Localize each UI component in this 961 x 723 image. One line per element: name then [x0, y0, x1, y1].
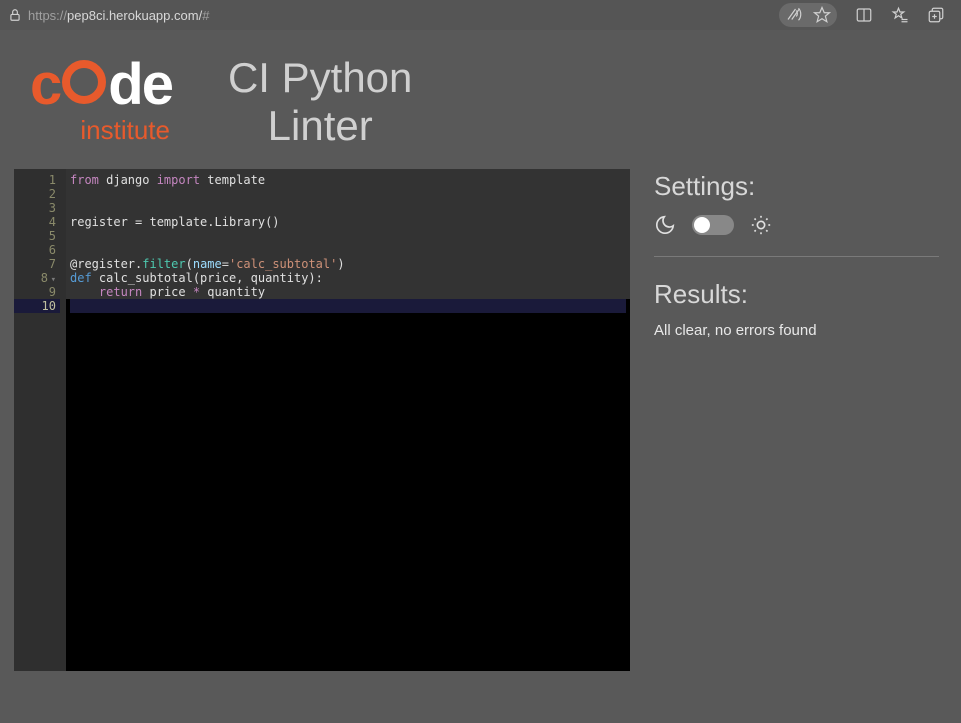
code-line [70, 229, 626, 243]
browser-toolbar: https://pep8ci.herokuapp.com/# [0, 0, 961, 30]
lock-icon [8, 8, 22, 22]
line-number: 2 [14, 187, 60, 201]
code-editor[interactable]: 1 2 3 4 5 6 7 8▾ 9 10 from django import… [14, 169, 630, 671]
browser-actions [779, 3, 953, 27]
settings-heading: Settings: [654, 171, 939, 202]
sun-icon [750, 214, 772, 236]
code-area[interactable]: from django import template register = t… [66, 169, 630, 671]
collections-icon[interactable] [927, 6, 945, 24]
line-number: 6 [14, 243, 60, 257]
results-heading: Results: [654, 279, 939, 310]
toggle-knob [694, 217, 710, 233]
code-line [70, 243, 626, 257]
read-aloud-icon[interactable] [785, 6, 803, 24]
url-text: https://pep8ci.herokuapp.com/# [28, 8, 209, 23]
split-screen-icon[interactable] [855, 6, 873, 24]
results-message: All clear, no errors found [654, 322, 939, 339]
main-content: 1 2 3 4 5 6 7 8▾ 9 10 from django import… [0, 169, 961, 671]
page-header: cde institute CI Python Linter [0, 30, 961, 169]
line-number: 4 [14, 215, 60, 229]
favorite-star-icon[interactable] [813, 6, 831, 24]
code-line: register = template.Library() [70, 215, 626, 229]
theme-settings [654, 214, 939, 257]
line-number: 5 [14, 229, 60, 243]
page-title: CI Python Linter [228, 54, 412, 151]
right-panel: Settings: Results: All clear, no errors … [654, 169, 947, 671]
line-number: 3 [14, 201, 60, 215]
editor-gutter: 1 2 3 4 5 6 7 8▾ 9 10 [14, 169, 66, 671]
code-line: @register.filter(name='calc_subtotal') [70, 257, 626, 271]
code-line [70, 201, 626, 215]
logo-subtitle: institute [80, 115, 170, 146]
code-line-active [70, 299, 626, 313]
line-number: 9 [14, 285, 60, 299]
address-bar[interactable]: https://pep8ci.herokuapp.com/# [8, 8, 771, 23]
line-number: 7 [14, 257, 60, 271]
line-number: 1 [14, 173, 60, 187]
line-number-active: 10 [14, 299, 60, 313]
code-line: def calc_subtotal(price, quantity): [70, 271, 626, 285]
theme-toggle[interactable] [692, 215, 734, 235]
code-line: return price * quantity [70, 285, 626, 299]
favorites-list-icon[interactable] [891, 6, 909, 24]
reader-favorite-group [779, 3, 837, 27]
logo: cde institute [30, 59, 172, 146]
moon-icon [654, 214, 676, 236]
line-number: 8▾ [14, 271, 60, 285]
logo-main: cde [30, 59, 172, 111]
code-line: from django import template [70, 173, 626, 187]
code-line [70, 187, 626, 201]
